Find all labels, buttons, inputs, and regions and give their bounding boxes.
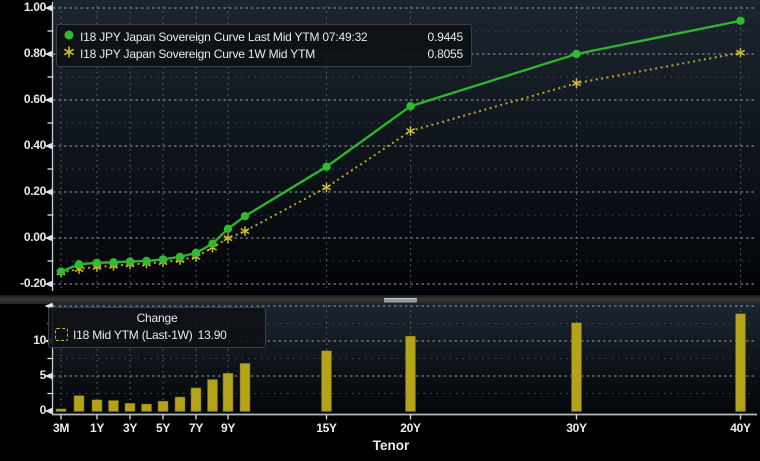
legend-label-last: I18 JPY Japan Sovereign Curve Last Mid Y… <box>80 29 368 44</box>
change-bar <box>207 379 218 412</box>
legend-label-change: I18 Mid YTM (Last-1W) <box>73 327 193 342</box>
last-curve-point <box>125 257 135 266</box>
y-tick-arrow <box>44 50 53 58</box>
last-curve-point <box>175 252 185 262</box>
last-curve-point <box>191 248 201 258</box>
legend-row-1w[interactable]: I18 JPY Japan Sovereign Curve 1W Mid YTM… <box>63 45 463 62</box>
y-tick-arrow <box>44 407 53 415</box>
legend-value-1w: 0.8055 <box>427 46 463 61</box>
last-curve-point <box>736 16 745 25</box>
last-curve-point <box>572 49 581 59</box>
change-bar <box>190 387 202 412</box>
change-series-icon <box>55 328 68 341</box>
change-bar <box>73 395 85 412</box>
last-curve-point <box>142 256 151 266</box>
legend-row-change[interactable]: I18 Mid YTM (Last-1W) 13.90 <box>55 326 259 343</box>
legend-row-last[interactable]: I18 JPY Japan Sovereign Curve Last Mid Y… <box>63 28 463 45</box>
last-curve-point <box>158 255 168 264</box>
change-bar <box>405 335 416 412</box>
y-tick-arrow <box>44 142 53 150</box>
change-bar <box>239 363 251 412</box>
y-tick-arrow <box>44 234 53 242</box>
y-tick-arrow <box>44 280 53 288</box>
circle-marker-icon <box>63 29 75 44</box>
change-bar <box>55 408 67 412</box>
y-tick-arrow <box>44 188 53 196</box>
last-curve-point <box>92 258 102 268</box>
last-curve-point <box>56 267 66 276</box>
change-bar <box>222 372 234 412</box>
last-curve-point <box>208 239 217 248</box>
change-bar <box>571 322 582 412</box>
change-legend[interactable]: Change I18 Mid YTM (Last-1W) 13.90 <box>48 307 266 348</box>
change-bar <box>735 313 746 412</box>
change-bar <box>174 396 186 412</box>
x-axis-title: Tenor <box>372 438 410 453</box>
curve-legend[interactable]: I18 JPY Japan Sovereign Curve Last Mid Y… <box>56 24 472 67</box>
change-bar <box>124 403 136 412</box>
y-tick-arrow <box>44 4 53 12</box>
legend-value-last: 0.9445 <box>427 29 463 44</box>
change-bar <box>321 350 332 412</box>
legend-value-change: 13.90 <box>197 327 227 342</box>
change-bar <box>141 403 152 412</box>
last-curve-point <box>109 258 118 267</box>
terminal-chart-window: 1.00 0.80 0.60 0.40 0.20 0.00 -0.20 10 5 0 3M 1Y 3Y 5… <box>0 0 760 461</box>
chart-canvas <box>44 2 757 420</box>
y-tick-arrow <box>44 96 53 104</box>
y-tick-arrow <box>44 372 53 380</box>
change-bar <box>157 400 169 412</box>
last-curve-point <box>406 102 415 111</box>
legend-label-1w: I18 JPY Japan Sovereign Curve 1W Mid YTM <box>80 46 316 61</box>
change-bar <box>91 399 103 412</box>
change-legend-title: Change <box>136 311 178 325</box>
asterisk-marker-icon <box>63 46 75 61</box>
last-curve-point <box>240 211 250 221</box>
change-bar <box>108 400 119 412</box>
last-curve-point <box>74 260 84 269</box>
1w-curve <box>60 51 741 274</box>
last-curve-point <box>223 224 233 233</box>
last-curve-point <box>322 162 331 171</box>
